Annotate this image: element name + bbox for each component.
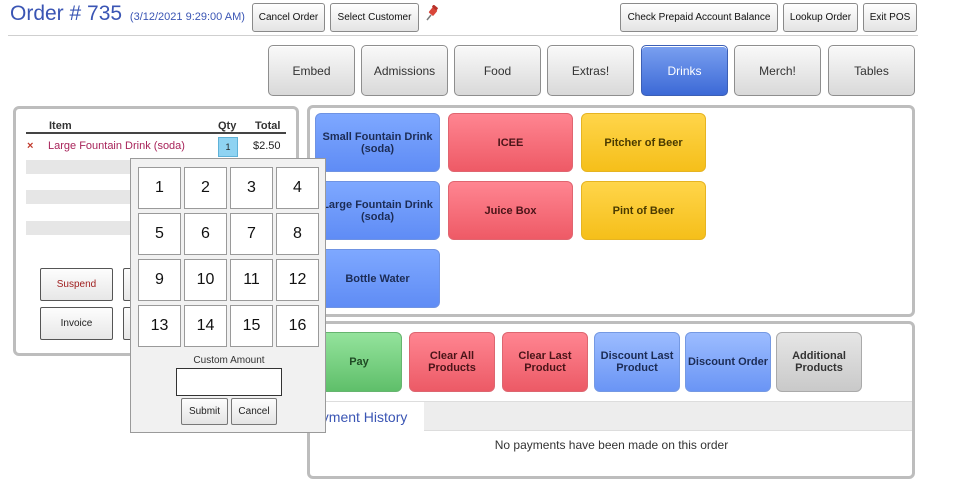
order-timestamp: (3/12/2021 9:29:00 AM) [129, 11, 245, 23]
custom-amount-label: Custom Amount [193, 355, 265, 366]
line-item-total: $2.50 [253, 140, 281, 152]
key-5[interactable]: 5 [138, 213, 181, 255]
key-9[interactable]: 9 [138, 259, 181, 301]
order-title: Order # 735 (3/12/2021 9:29:00 AM) [10, 2, 245, 26]
key-12[interactable]: 12 [276, 259, 319, 301]
discount-last-product-button[interactable]: Discount Last Product [594, 332, 680, 392]
suspend-button[interactable]: Suspend [40, 268, 113, 301]
product-small-fountain-drink[interactable]: Small Fountain Drink (soda) [315, 113, 440, 172]
pushpin-icon[interactable] [424, 4, 440, 23]
tab-merch[interactable]: Merch! [734, 45, 821, 96]
product-large-fountain-drink[interactable]: Large Fountain Drink (soda) [315, 181, 440, 240]
key-13[interactable]: 13 [138, 305, 181, 347]
product-icee[interactable]: ICEE [448, 113, 573, 172]
order-line-item[interactable]: × Large Fountain Drink (soda) 1 $2.50 [26, 137, 286, 157]
empty-row [26, 160, 132, 174]
column-item: Item [49, 120, 72, 132]
no-payments-message: No payments have been made on this order [494, 438, 729, 452]
key-7[interactable]: 7 [230, 213, 273, 255]
header-divider [8, 35, 918, 36]
additional-products-button[interactable]: Additional Products [776, 332, 862, 392]
tab-extras[interactable]: Extras! [547, 45, 634, 96]
lookup-order-button[interactable]: Lookup Order [783, 3, 858, 32]
column-qty: Qty [218, 120, 237, 132]
key-11[interactable]: 11 [230, 259, 273, 301]
custom-amount-input[interactable] [176, 368, 282, 396]
product-pint-of-beer[interactable]: Pint of Beer [581, 181, 706, 240]
tab-admissions[interactable]: Admissions [361, 45, 448, 96]
key-14[interactable]: 14 [184, 305, 227, 347]
key-10[interactable]: 10 [184, 259, 227, 301]
order-number: Order # 735 [10, 2, 123, 25]
items-header: Item Qty Total [26, 118, 286, 134]
pay-button[interactable]: Pay [316, 332, 402, 392]
tab-drinks[interactable]: Drinks [641, 45, 728, 96]
line-item-name: Large Fountain Drink (soda) [48, 140, 185, 152]
clear-all-products-button[interactable]: Clear All Products [409, 332, 495, 392]
exit-pos-button[interactable]: Exit POS [863, 3, 917, 32]
discount-order-button[interactable]: Discount Order [685, 332, 771, 392]
empty-row [26, 190, 132, 204]
clear-last-product-button[interactable]: Clear Last Product [502, 332, 588, 392]
check-prepaid-balance-button[interactable]: Check Prepaid Account Balance [620, 3, 778, 32]
column-total: Total [255, 120, 281, 132]
tab-payment-history[interactable]: ayment History [312, 402, 424, 431]
key-2[interactable]: 2 [184, 167, 227, 209]
key-15[interactable]: 15 [230, 305, 273, 347]
key-4[interactable]: 4 [276, 167, 319, 209]
tab-food[interactable]: Food [454, 45, 541, 96]
cancel-order-button[interactable]: Cancel Order [252, 3, 325, 32]
submit-button[interactable]: Submit [181, 398, 228, 425]
invoice-button[interactable]: Invoice [40, 307, 113, 340]
keypad-cancel-button[interactable]: Cancel [231, 398, 277, 425]
tab-embed[interactable]: Embed [268, 45, 355, 96]
key-16[interactable]: 16 [276, 305, 319, 347]
quantity-keypad: 1 2 3 4 5 6 7 8 9 10 11 12 13 14 15 16 C… [130, 158, 326, 433]
product-bottle-water[interactable]: Bottle Water [315, 249, 440, 308]
product-pitcher-of-beer[interactable]: Pitcher of Beer [581, 113, 706, 172]
key-8[interactable]: 8 [276, 213, 319, 255]
line-item-qty[interactable]: 1 [218, 137, 238, 157]
product-juice-box[interactable]: Juice Box [448, 181, 573, 240]
tab-tables[interactable]: Tables [828, 45, 915, 96]
key-3[interactable]: 3 [230, 167, 273, 209]
select-customer-button[interactable]: Select Customer [330, 3, 419, 32]
remove-item-icon[interactable]: × [27, 140, 33, 152]
key-6[interactable]: 6 [184, 213, 227, 255]
empty-row [26, 221, 132, 235]
key-1[interactable]: 1 [138, 167, 181, 209]
